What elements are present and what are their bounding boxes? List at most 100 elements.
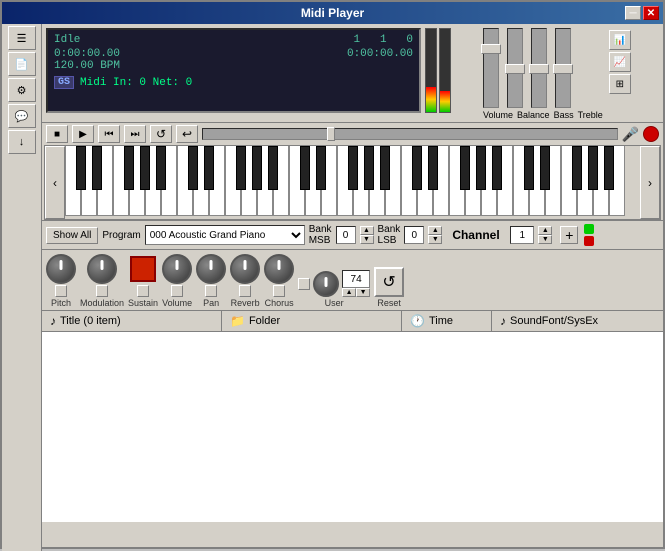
play-button[interactable]: ▶ bbox=[72, 125, 94, 143]
black-key[interactable] bbox=[156, 146, 166, 190]
note-icon: ♪ bbox=[50, 314, 56, 328]
settings-button[interactable]: ⚙ bbox=[8, 78, 36, 102]
volume-fader-label: Volume bbox=[483, 110, 513, 120]
black-key[interactable] bbox=[572, 146, 582, 190]
treble-fader-thumb[interactable] bbox=[553, 64, 573, 74]
reset-button[interactable]: ↺ bbox=[374, 267, 404, 297]
menu-button[interactable]: ☰ bbox=[8, 26, 36, 50]
reset-label: Reset bbox=[377, 298, 401, 308]
black-key[interactable] bbox=[348, 146, 358, 190]
black-key[interactable] bbox=[492, 146, 502, 190]
black-key[interactable] bbox=[604, 146, 614, 190]
sustain-button[interactable] bbox=[130, 256, 156, 282]
bank-lsb-spinner[interactable]: ▲ ▼ bbox=[428, 226, 442, 244]
modulation-sq-btn[interactable] bbox=[96, 285, 108, 297]
black-key[interactable] bbox=[300, 146, 310, 190]
bank-lsb-up[interactable]: ▲ bbox=[428, 226, 442, 235]
volume-sq-btn[interactable] bbox=[171, 285, 183, 297]
bank-msb-spinner[interactable]: ▲ ▼ bbox=[360, 226, 374, 244]
piano-left-nav[interactable]: ‹ bbox=[45, 146, 65, 219]
channel-down[interactable]: ▼ bbox=[538, 235, 552, 244]
minimize-button[interactable]: ─ bbox=[625, 6, 641, 20]
treble-fader-track[interactable] bbox=[555, 28, 571, 108]
black-key[interactable] bbox=[540, 146, 550, 190]
balance-fader-thumb[interactable] bbox=[505, 64, 525, 74]
program-select[interactable]: 000 Acoustic Grand Piano bbox=[145, 225, 305, 245]
reverb-sq-btn[interactable] bbox=[239, 285, 251, 297]
meter-fill-right bbox=[440, 91, 450, 112]
black-key[interactable] bbox=[364, 146, 374, 190]
pitch-knob[interactable] bbox=[46, 254, 76, 284]
black-key[interactable] bbox=[460, 146, 470, 190]
channel-up[interactable]: ▲ bbox=[538, 226, 552, 235]
black-key[interactable] bbox=[188, 146, 198, 190]
volume-knob-group: Volume bbox=[162, 254, 192, 308]
record-button[interactable] bbox=[643, 126, 659, 142]
black-key[interactable] bbox=[476, 146, 486, 190]
user-down[interactable]: ▼ bbox=[356, 288, 370, 297]
user-knob[interactable] bbox=[313, 271, 339, 297]
progress-bar[interactable] bbox=[202, 128, 618, 140]
progress-thumb[interactable] bbox=[327, 127, 335, 141]
reverb-knob[interactable] bbox=[230, 254, 260, 284]
chorus-sq-btn[interactable] bbox=[273, 285, 285, 297]
modulation-knob[interactable] bbox=[87, 254, 117, 284]
chorus-label: Chorus bbox=[265, 298, 294, 308]
user-left-btn[interactable] bbox=[298, 278, 310, 290]
black-key[interactable] bbox=[124, 146, 134, 190]
black-key[interactable] bbox=[252, 146, 262, 190]
balance-fader-track[interactable] bbox=[507, 28, 523, 108]
chat-button[interactable]: 💬 bbox=[8, 104, 36, 128]
grid-button[interactable]: ⊞ bbox=[609, 74, 631, 94]
volume-knob[interactable] bbox=[162, 254, 192, 284]
black-key[interactable] bbox=[140, 146, 150, 190]
user-spinner[interactable]: ▲ ▼ bbox=[342, 288, 370, 297]
col-time-label: Time bbox=[429, 315, 453, 327]
black-key[interactable] bbox=[412, 146, 422, 190]
table-body[interactable] bbox=[42, 332, 663, 522]
black-key[interactable] bbox=[588, 146, 598, 190]
chorus-knob[interactable] bbox=[264, 254, 294, 284]
close-button[interactable]: ✕ bbox=[643, 6, 659, 20]
bass-fader-track[interactable] bbox=[531, 28, 547, 108]
download-button[interactable]: ↓ bbox=[8, 130, 36, 154]
pan-knob[interactable] bbox=[196, 254, 226, 284]
black-key[interactable] bbox=[76, 146, 86, 190]
black-key[interactable] bbox=[380, 146, 390, 190]
black-key[interactable] bbox=[92, 146, 102, 190]
volume-fader-track[interactable] bbox=[483, 28, 499, 108]
black-key[interactable] bbox=[236, 146, 246, 190]
show-all-button[interactable]: Show All bbox=[46, 227, 98, 244]
channel-label: Channel bbox=[452, 228, 506, 242]
pan-label: Pan bbox=[203, 298, 219, 308]
chart-button[interactable]: 📊 bbox=[609, 30, 631, 50]
rewind-button[interactable]: ↩ bbox=[176, 125, 198, 143]
add-channel-button[interactable]: + bbox=[560, 226, 578, 244]
bank-lsb-down[interactable]: ▼ bbox=[428, 235, 442, 244]
graph-button[interactable]: 📈 bbox=[609, 52, 631, 72]
black-key[interactable] bbox=[316, 146, 326, 190]
lcd-midi-info: Midi In: 0 Net: 0 bbox=[80, 77, 192, 89]
reverb-group: Reverb bbox=[230, 254, 260, 308]
piano-right-nav[interactable]: › bbox=[640, 146, 660, 219]
next-button[interactable]: ⏭ bbox=[124, 125, 146, 143]
bank-msb-up[interactable]: ▲ bbox=[360, 226, 374, 235]
volume-fader-thumb[interactable] bbox=[481, 44, 501, 54]
pan-sq-btn[interactable] bbox=[205, 285, 217, 297]
loop-button[interactable]: ↺ bbox=[150, 125, 172, 143]
bank-msb-down[interactable]: ▼ bbox=[360, 235, 374, 244]
black-key[interactable] bbox=[428, 146, 438, 190]
black-key[interactable] bbox=[204, 146, 214, 190]
sustain-sq-btn[interactable] bbox=[137, 285, 149, 297]
black-key[interactable] bbox=[268, 146, 278, 190]
meter-fill-left bbox=[426, 87, 436, 112]
black-key[interactable] bbox=[524, 146, 534, 190]
bass-fader-thumb[interactable] bbox=[529, 64, 549, 74]
prev-button[interactable]: ⏮ bbox=[98, 125, 120, 143]
stop-button[interactable]: ■ bbox=[46, 125, 68, 143]
pitch-sq-btn[interactable] bbox=[55, 285, 67, 297]
user-up[interactable]: ▲ bbox=[342, 288, 356, 297]
channel-spinner[interactable]: ▲ ▼ bbox=[538, 226, 552, 244]
file-button[interactable]: 📄 bbox=[8, 52, 36, 76]
transport-row: ■ ▶ ⏮ ⏭ ↺ ↩ 🎤 bbox=[42, 122, 663, 145]
